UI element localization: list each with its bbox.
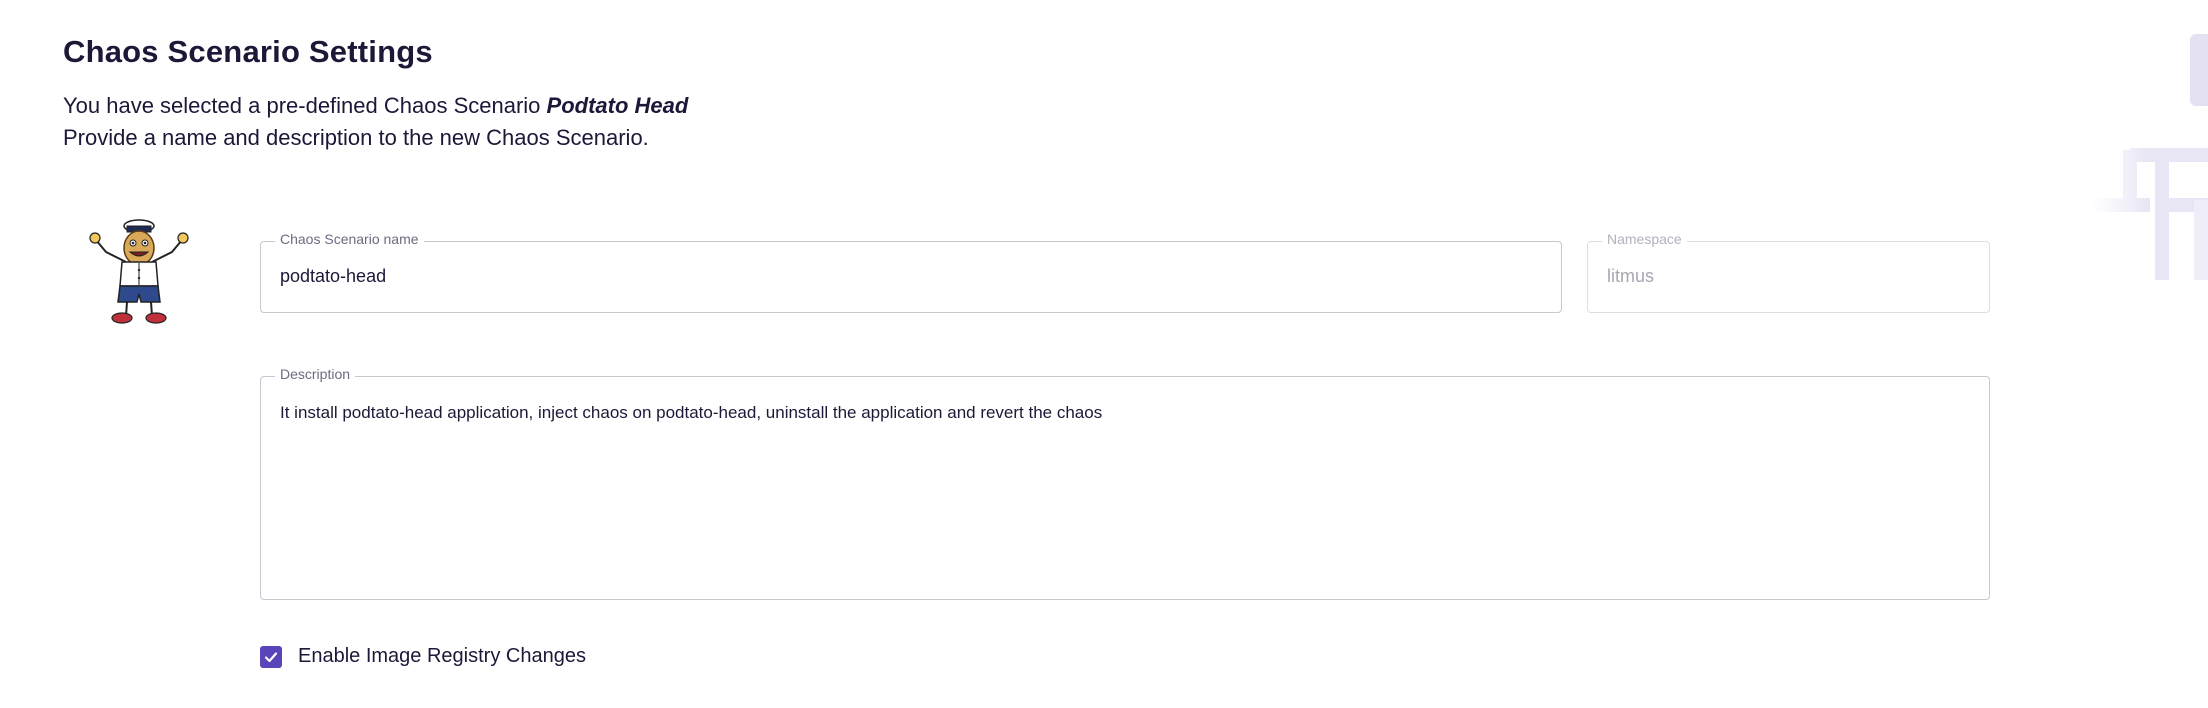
checkmark-icon: [264, 651, 278, 662]
selected-scenario-name: Podtato Head: [546, 93, 689, 118]
image-registry-checkbox[interactable]: [260, 645, 282, 668]
scenario-name-label: Chaos Scenario name: [275, 231, 424, 247]
namespace-label: Namespace: [1602, 231, 1687, 247]
image-registry-option[interactable]: Enable Image Registry Changes: [260, 645, 586, 668]
namespace-field: Namespace litmus: [1587, 231, 1990, 313]
description-field[interactable]: Description It install podtato-head appl…: [260, 366, 1990, 600]
page-title: Chaos Scenario Settings: [63, 34, 433, 69]
description-textarea[interactable]: It install podtato-head application, inj…: [280, 403, 1102, 423]
podtato-head-mascot-icon: [89, 219, 189, 324]
background-decoration-icon: [2090, 34, 2208, 280]
description-label: Description: [275, 366, 356, 382]
intro-text: You have selected a pre-defined Chaos Sc…: [63, 90, 688, 154]
scenario-name-input[interactable]: podtato-head: [280, 266, 386, 287]
intro-line-2: Provide a name and description to the ne…: [63, 125, 649, 150]
image-registry-label: Enable Image Registry Changes: [298, 645, 586, 667]
intro-prefix: You have selected a pre-defined Chaos Sc…: [63, 93, 547, 118]
scenario-name-field[interactable]: Chaos Scenario name podtato-head: [260, 231, 1562, 313]
namespace-input: litmus: [1607, 266, 1655, 286]
intro-line-1: You have selected a pre-defined Chaos Sc…: [63, 90, 688, 122]
chaos-scenario-settings-page: Chaos Scenario Settings You have selecte…: [0, 0, 2208, 708]
